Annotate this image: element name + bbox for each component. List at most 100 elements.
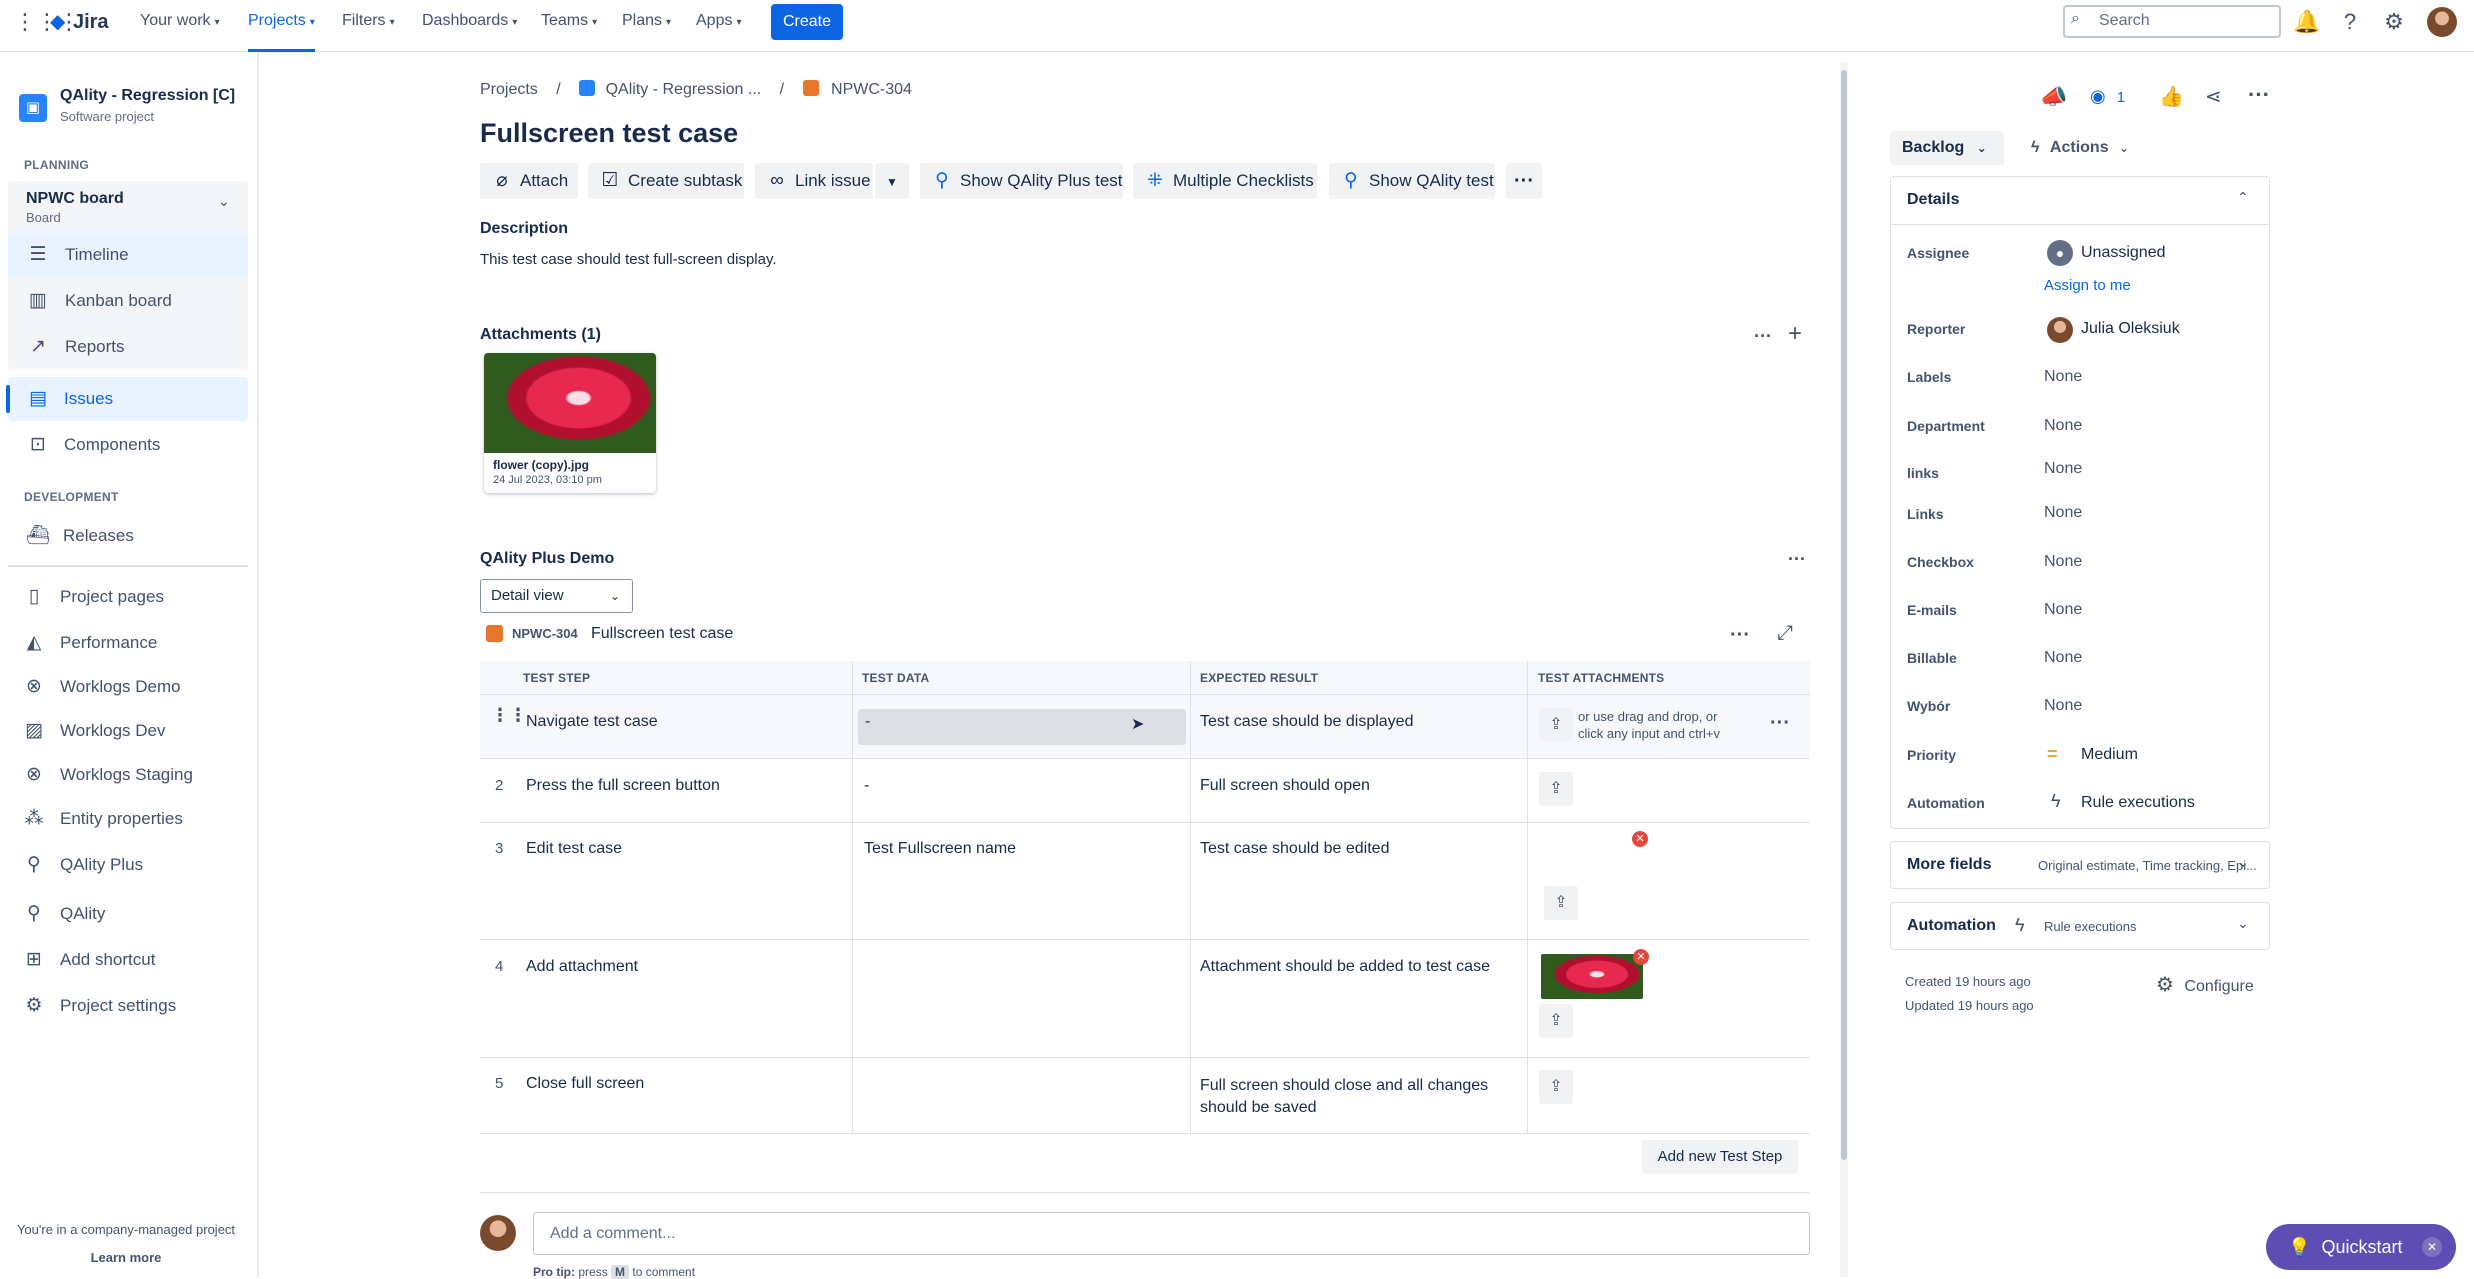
qality-more-icon[interactable]: ··· bbox=[1788, 549, 1806, 570]
user-avatar[interactable] bbox=[2427, 7, 2457, 37]
nav-your-work[interactable]: Your work ▾ bbox=[140, 0, 220, 52]
sidebar-item-releases[interactable]: ⛴ Releases bbox=[8, 514, 248, 558]
sidebar-item-qality-plus[interactable]: ⚲ QAlity Plus bbox=[8, 843, 248, 887]
table-more-icon[interactable]: ··· bbox=[1730, 624, 1750, 647]
sidebar-item-reports[interactable]: ↗ Reports bbox=[8, 325, 248, 369]
test-case-key[interactable]: NPWC-304 bbox=[512, 626, 578, 641]
actions-dropdown[interactable]: ϟ Actions ⌄ bbox=[2021, 131, 2139, 165]
wybor-value[interactable]: None bbox=[2044, 697, 2082, 715]
nav-dashboards[interactable]: Dashboards ▾ bbox=[422, 0, 517, 52]
more-icon[interactable]: ··· bbox=[2248, 82, 2270, 108]
upload-icon[interactable]: ⇪ bbox=[1539, 708, 1573, 742]
more-fields-panel[interactable]: More fields Original estimate, Time trac… bbox=[1890, 841, 2270, 889]
drag-handle-icon[interactable]: ⋮⋮ bbox=[491, 706, 527, 724]
nav-filters[interactable]: Filters ▾ bbox=[342, 0, 395, 52]
expected-text[interactable]: Full screen should close and all changes… bbox=[1200, 1075, 1490, 1119]
issue-title[interactable]: Fullscreen test case bbox=[480, 118, 738, 149]
sidebar-item-issues[interactable]: ▤ Issues bbox=[6, 377, 248, 421]
nav-teams[interactable]: Teams ▾ bbox=[541, 0, 597, 52]
step-text[interactable]: Edit test case bbox=[526, 840, 622, 858]
multiple-checklists-button[interactable]: ⁜ Multiple Checklists bbox=[1133, 163, 1317, 199]
show-qality-plus-test-button[interactable]: ⚲ Show QAlity Plus test bbox=[920, 163, 1123, 199]
notifications-icon[interactable]: 🔔 bbox=[2293, 8, 2321, 36]
sidebar-item-worklogs-demo[interactable]: ⊗ Worklogs Demo bbox=[8, 665, 248, 709]
feedback-megaphone-icon[interactable]: 📣 bbox=[2040, 84, 2067, 110]
link-issue-dropdown[interactable]: ▼ bbox=[875, 163, 909, 199]
learn-more-link[interactable]: Learn more bbox=[0, 1250, 252, 1265]
step-text[interactable]: Add attachment bbox=[526, 958, 638, 976]
view-select[interactable]: Detail view ⌄ bbox=[480, 579, 633, 613]
remove-attachment-icon[interactable]: ✕ bbox=[1633, 949, 1649, 965]
scrollbar-thumb[interactable] bbox=[1841, 70, 1847, 1160]
assign-to-me-link[interactable]: Assign to me bbox=[2044, 277, 2131, 294]
row-more-icon[interactable]: ··· bbox=[1770, 712, 1790, 735]
breadcrumb-issue-key[interactable]: NPWC-304 bbox=[831, 81, 912, 98]
configure-button[interactable]: ⚙ Configure bbox=[2156, 972, 2254, 997]
project-name[interactable]: QAlity - Regression [C] bbox=[60, 87, 235, 105]
expected-text[interactable]: Test case should be displayed bbox=[1200, 713, 1413, 731]
step-text[interactable]: Press the full screen button bbox=[526, 777, 720, 795]
expected-text[interactable]: Test case should be edited bbox=[1200, 840, 1389, 858]
assignee-value[interactable]: Unassigned bbox=[2081, 244, 2166, 262]
sidebar-item-qality[interactable]: ⚲ QAlity bbox=[8, 892, 248, 936]
step-attachment-thumbnail[interactable] bbox=[1541, 954, 1643, 999]
breadcrumb-projects[interactable]: Projects bbox=[480, 81, 538, 98]
sidebar-item-kanban[interactable]: ▥ Kanban board bbox=[8, 279, 248, 323]
search-input[interactable]: Search bbox=[2063, 5, 2281, 38]
create-subtask-button[interactable]: ☑ Create subtask bbox=[588, 163, 744, 199]
fullscreen-icon[interactable]: ⤢ bbox=[1777, 622, 1793, 645]
sidebar-item-project-pages[interactable]: ▯ Project pages bbox=[8, 575, 248, 619]
step-text[interactable]: Close full screen bbox=[526, 1075, 644, 1093]
test-data-text[interactable]: Test Fullscreen name bbox=[864, 840, 1016, 858]
sidebar-item-timeline[interactable]: ☰ Timeline bbox=[8, 233, 248, 277]
sidebar-item-components[interactable]: ⊡ Components bbox=[8, 423, 248, 467]
attachments-more-icon[interactable]: ··· bbox=[1754, 326, 1772, 347]
share-icon[interactable]: ⋖ bbox=[2205, 84, 2222, 109]
step-text[interactable]: Navigate test case bbox=[526, 713, 658, 731]
reporter-value[interactable]: Julia Oleksiuk bbox=[2081, 320, 2180, 338]
add-test-step-button[interactable]: Add new Test Step bbox=[1642, 1140, 1798, 1174]
billable-value[interactable]: None bbox=[2044, 649, 2082, 667]
sidebar-item-performance[interactable]: ◭ Performance bbox=[8, 621, 248, 665]
watch-button[interactable]: ◉ 1 bbox=[2090, 86, 2125, 107]
nav-apps[interactable]: Apps ▾ bbox=[696, 0, 742, 52]
labels-value[interactable]: None bbox=[2044, 368, 2082, 386]
description-text[interactable]: This test case should test full-screen d… bbox=[480, 251, 777, 268]
department-value[interactable]: None bbox=[2044, 417, 2082, 435]
sidebar-item-add-shortcut[interactable]: ⊞ Add shortcut bbox=[8, 938, 248, 982]
remove-attachment-icon[interactable]: ✕ bbox=[1632, 831, 1648, 847]
breadcrumb-project[interactable]: QAlity - Regression ... bbox=[606, 81, 762, 98]
comment-input[interactable]: Add a comment... bbox=[533, 1212, 1810, 1255]
board-selector[interactable]: NPWC board Board ⌄ bbox=[8, 181, 248, 229]
sidebar-item-project-settings[interactable]: ⚙ Project settings bbox=[8, 984, 248, 1028]
links-lower-value[interactable]: None bbox=[2044, 460, 2082, 478]
upload-icon[interactable]: ⇪ bbox=[1539, 772, 1573, 806]
attachment-card[interactable]: flower (copy).jpg 24 Jul 2023, 03:10 pm bbox=[484, 353, 656, 493]
sidebar-item-worklogs-staging[interactable]: ⊗ Worklogs Staging bbox=[8, 753, 248, 797]
emails-value[interactable]: None bbox=[2044, 601, 2082, 619]
automation-value[interactable]: Rule executions bbox=[2081, 794, 2195, 812]
attach-button[interactable]: ⌀ Attach bbox=[480, 163, 578, 199]
status-dropdown[interactable]: Backlog ⌄ bbox=[1890, 131, 2004, 165]
details-header[interactable]: Details ⌃ bbox=[1891, 177, 2269, 225]
app-switcher-icon[interactable]: ⋮⋮⋮ bbox=[14, 10, 80, 34]
sidebar-item-worklogs-dev[interactable]: ▨ Worklogs Dev bbox=[8, 709, 248, 753]
attachments-add-icon[interactable]: + bbox=[1788, 320, 1802, 348]
more-actions-button[interactable]: ··· bbox=[1506, 163, 1542, 199]
expected-text[interactable]: Full screen should open bbox=[1200, 777, 1370, 795]
checkbox-value[interactable]: None bbox=[2044, 553, 2082, 571]
priority-value[interactable]: Medium bbox=[2081, 746, 2138, 764]
upload-icon[interactable]: ⇪ bbox=[1539, 1004, 1573, 1038]
settings-gear-icon[interactable]: ⚙ bbox=[2380, 8, 2408, 36]
expected-text[interactable]: Attachment should be added to test case bbox=[1200, 958, 1490, 976]
test-data-text[interactable]: - bbox=[864, 777, 869, 795]
help-icon[interactable]: ? bbox=[2336, 8, 2364, 36]
upload-icon[interactable]: ⇪ bbox=[1544, 886, 1578, 920]
quickstart-button[interactable]: 💡 Quickstart ✕ bbox=[2266, 1224, 2456, 1270]
sidebar-item-entity-properties[interactable]: ⁂ Entity properties bbox=[8, 797, 248, 841]
create-button[interactable]: Create bbox=[771, 4, 843, 40]
link-issue-button[interactable]: ∞ Link issue bbox=[755, 163, 873, 199]
show-qality-test-button[interactable]: ⚲ Show QAlity test bbox=[1329, 163, 1495, 199]
nav-projects[interactable]: Projects ▾ bbox=[248, 0, 315, 52]
links-value[interactable]: None bbox=[2044, 504, 2082, 522]
